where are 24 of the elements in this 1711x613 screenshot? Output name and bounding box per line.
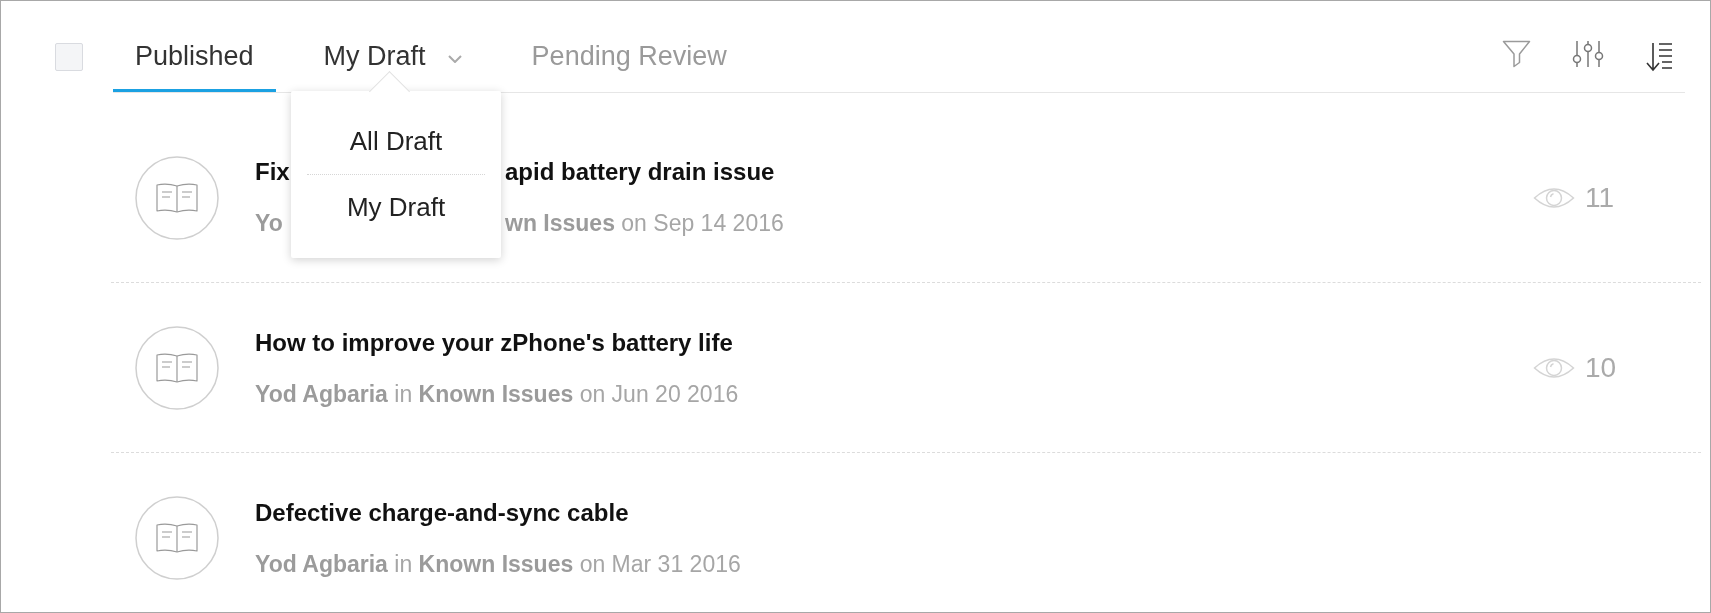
article-title[interactable]: How to improve your zPhone's battery life: [255, 327, 733, 358]
article-meta: wn Issues on Sep 14 2016: [505, 209, 784, 238]
eye-icon: [1533, 185, 1575, 210]
select-all-checkbox[interactable]: [55, 43, 83, 71]
article-meta: Yod Agbaria in Known Issues on Jun 20 2016: [255, 379, 739, 408]
book-icon: [135, 155, 219, 240]
article-meta: Yo: [255, 210, 283, 236]
book-icon: [135, 325, 219, 410]
view-count: 10: [1585, 351, 1617, 384]
menu-item[interactable]: My Draft: [291, 175, 501, 240]
eye-icon: [1533, 355, 1575, 380]
filter-icon[interactable]: [1502, 40, 1531, 68]
article-title[interactable]: Defective charge-and-sync cable: [255, 498, 629, 528]
sliders-icon[interactable]: [1572, 40, 1604, 68]
caret-icon: [447, 54, 462, 63]
article-title[interactable]: Fix: [255, 158, 290, 185]
menu-item[interactable]: All Draft: [291, 109, 501, 174]
article-meta: Yod Agbaria in Known Issues on Mar 31 2016: [255, 550, 741, 578]
tab[interactable]: My Draft: [301, 24, 484, 92]
article-title[interactable]: apid battery drain issue: [505, 157, 775, 187]
tab[interactable]: Published: [113, 24, 276, 92]
book-icon: [135, 496, 219, 580]
view-count: 11: [1585, 181, 1615, 214]
sort-icon[interactable]: [1645, 42, 1673, 72]
